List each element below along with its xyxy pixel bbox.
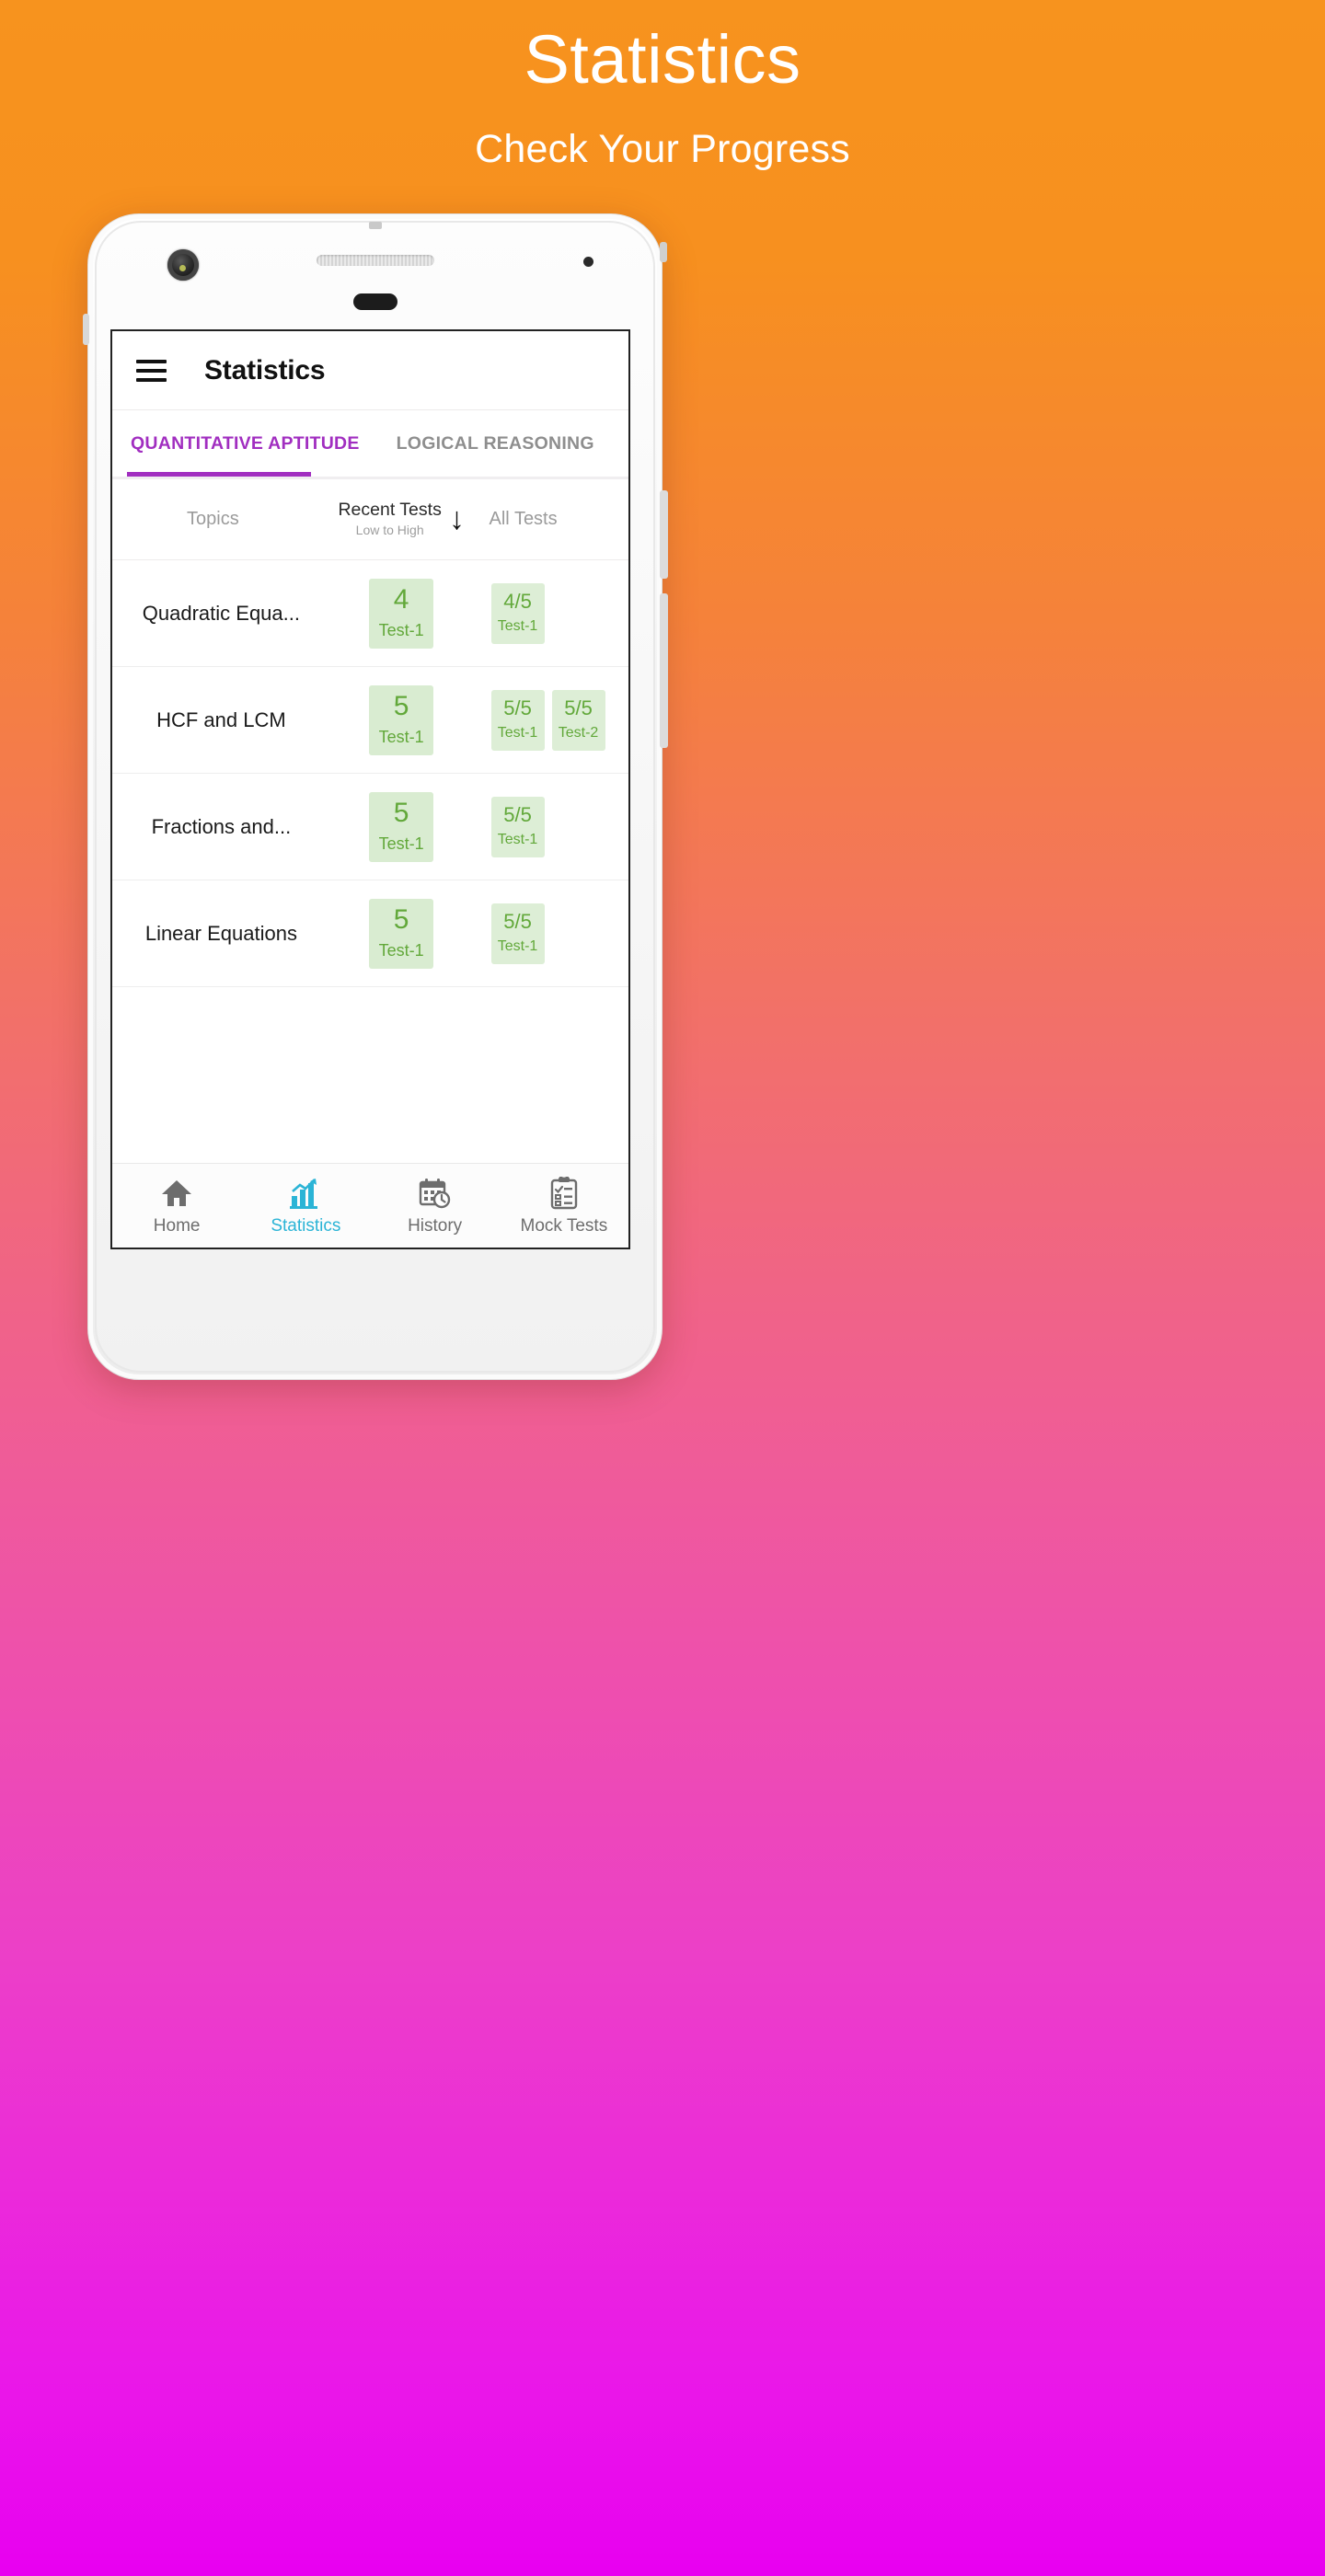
nav-item-history[interactable]: History bbox=[371, 1164, 500, 1248]
column-header-topics[interactable]: Topics bbox=[112, 509, 314, 530]
phone-top-notch bbox=[368, 222, 382, 229]
column-header-all-tests[interactable]: All Tests bbox=[490, 509, 628, 530]
score-value: 5/5 bbox=[503, 696, 532, 719]
bar-chart-icon bbox=[287, 1176, 324, 1211]
proximity-sensor bbox=[583, 257, 593, 267]
promo-header: Statistics Check Your Progress bbox=[0, 0, 1325, 172]
score-value: 5 bbox=[393, 904, 409, 935]
app-bar: Statistics bbox=[112, 331, 628, 410]
promo-subtitle: Check Your Progress bbox=[475, 126, 850, 171]
score-value: 4/5 bbox=[503, 590, 532, 613]
score-test-label: Test-1 bbox=[378, 621, 424, 639]
score-value: 5/5 bbox=[564, 696, 593, 719]
score-value: 4 bbox=[393, 584, 409, 615]
tab-quantitative-aptitude[interactable]: QUANTITATIVE APTITUDE bbox=[112, 410, 378, 477]
calendar-clock-icon bbox=[417, 1176, 454, 1211]
score-value: 5/5 bbox=[503, 803, 532, 826]
recent-tests-label: Recent Tests bbox=[338, 500, 442, 521]
home-button[interactable] bbox=[352, 293, 398, 310]
column-header-recent-tests[interactable]: Recent Tests Low to High ↓ bbox=[314, 500, 490, 538]
score-value: 5/5 bbox=[503, 910, 532, 933]
power-button[interactable] bbox=[660, 242, 667, 262]
home-icon bbox=[158, 1176, 195, 1211]
score-test-label: Test-1 bbox=[378, 728, 424, 746]
topic-name: Fractions and... bbox=[151, 814, 292, 838]
score-test-label: Test-1 bbox=[497, 832, 538, 847]
all-tests-cell: 5/5 Test-1 bbox=[490, 796, 628, 857]
score-test-label: Test-1 bbox=[497, 938, 538, 954]
earpiece-speaker bbox=[316, 255, 434, 266]
nav-item-mock-tests[interactable]: Mock Tests bbox=[500, 1164, 628, 1248]
score-test-label: Test-1 bbox=[378, 941, 424, 960]
nav-label: History bbox=[408, 1215, 463, 1236]
tab-verbal[interactable]: VE bbox=[613, 410, 628, 477]
category-tabs[interactable]: QUANTITATIVE APTITUDE LOGICAL REASONING … bbox=[112, 410, 628, 479]
phone-chin bbox=[88, 1263, 662, 1379]
volume-down-button[interactable] bbox=[660, 593, 668, 748]
score-test-label: Test-1 bbox=[378, 834, 424, 853]
table-row[interactable]: Linear Equations 5 Test-1 5/5 Test-1 bbox=[112, 880, 628, 987]
table-row[interactable]: Fractions and... 5 Test-1 5/5 Test-1 bbox=[112, 774, 628, 880]
topic-list: Quadratic Equa... 4 Test-1 4/5 Test-1 HC… bbox=[112, 560, 628, 987]
recent-tests-cell: 5 Test-1 bbox=[314, 684, 490, 755]
column-header-bar: Topics Recent Tests Low to High ↓ All Te… bbox=[112, 479, 628, 560]
all-tests-cell: 4/5 Test-1 bbox=[490, 582, 628, 644]
nav-item-home[interactable]: Home bbox=[112, 1164, 241, 1248]
recent-tests-cell: 5 Test-1 bbox=[314, 791, 490, 862]
score-test-label: Test-1 bbox=[497, 618, 538, 634]
score-chip[interactable]: 5/5 Test-1 bbox=[490, 689, 545, 751]
score-value: 5 bbox=[393, 798, 409, 828]
score-test-label: Test-2 bbox=[558, 725, 599, 741]
score-chip[interactable]: 4/5 Test-1 bbox=[490, 582, 545, 644]
page-title: Statistics bbox=[204, 354, 326, 385]
recent-tests-sublabel: Low to High bbox=[355, 523, 424, 538]
score-value: 5 bbox=[393, 691, 409, 721]
all-tests-cell: 5/5 Test-1 bbox=[490, 903, 628, 964]
score-test-label: Test-1 bbox=[497, 725, 538, 741]
volume-button-left[interactable] bbox=[83, 314, 89, 345]
recent-tests-cell: 4 Test-1 bbox=[314, 578, 490, 649]
topic-name: HCF and LCM bbox=[156, 707, 286, 731]
score-chip[interactable]: 5 Test-1 bbox=[369, 684, 434, 755]
volume-up-button[interactable] bbox=[660, 490, 668, 579]
score-chip[interactable]: 5/5 Test-1 bbox=[490, 796, 545, 857]
front-camera-icon bbox=[167, 249, 199, 281]
nav-label: Mock Tests bbox=[520, 1215, 608, 1236]
bottom-navigation: Home Statistics History Mock Tests bbox=[112, 1163, 628, 1248]
all-tests-cell: 5/5 Test-1 5/5 Test-2 bbox=[490, 689, 628, 751]
score-chip[interactable]: 5/5 Test-1 bbox=[490, 903, 545, 964]
topic-name: Quadratic Equa... bbox=[142, 601, 300, 625]
arrow-down-icon[interactable]: ↓ bbox=[449, 503, 465, 534]
topic-name: Linear Equations bbox=[144, 921, 297, 945]
nav-label: Statistics bbox=[271, 1215, 341, 1236]
app-screen: Statistics QUANTITATIVE APTITUDE LOGICAL… bbox=[110, 329, 630, 1249]
tab-logical-reasoning[interactable]: LOGICAL REASONING bbox=[378, 410, 613, 477]
nav-item-statistics[interactable]: Statistics bbox=[241, 1164, 370, 1248]
tab-active-indicator bbox=[127, 472, 311, 477]
phone-mockup: Statistics QUANTITATIVE APTITUDE LOGICAL… bbox=[83, 213, 668, 1380]
promo-title: Statistics bbox=[524, 21, 801, 98]
score-chip[interactable]: 5/5 Test-2 bbox=[551, 689, 605, 751]
table-row[interactable]: HCF and LCM 5 Test-1 5/5 Test-1 5/5 Test… bbox=[112, 667, 628, 774]
score-chip[interactable]: 5 Test-1 bbox=[369, 791, 434, 862]
hamburger-menu-icon[interactable] bbox=[136, 359, 167, 382]
recent-tests-cell: 5 Test-1 bbox=[314, 898, 490, 969]
score-chip[interactable]: 4 Test-1 bbox=[369, 578, 434, 649]
clipboard-list-icon bbox=[546, 1176, 582, 1211]
nav-label: Home bbox=[153, 1215, 201, 1236]
score-chip[interactable]: 5 Test-1 bbox=[369, 898, 434, 969]
table-row[interactable]: Quadratic Equa... 4 Test-1 4/5 Test-1 bbox=[112, 560, 628, 667]
